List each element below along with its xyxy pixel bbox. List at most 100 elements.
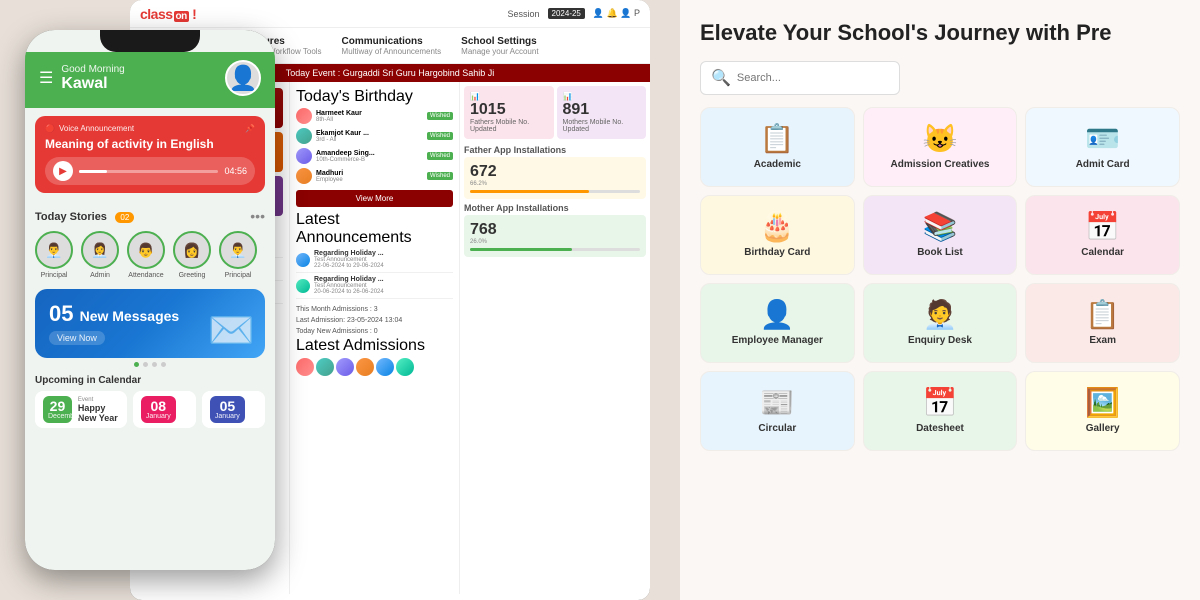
story-item[interactable]: 👨 Attendance xyxy=(127,231,165,279)
story-avatar: 👨 xyxy=(127,231,165,269)
phone-screen: ☰ Good Morning Kawal 👤 🔴 Voice Announcem… xyxy=(25,30,275,570)
voice-label: 🔴 Voice Announcement 📌 xyxy=(45,124,255,133)
feature-admit-card[interactable]: 🪪 Admit Card xyxy=(1025,107,1180,187)
cal-date-badge: 29 December xyxy=(43,396,72,423)
session-label: Session xyxy=(507,9,539,19)
story-item[interactable]: 👨‍💼 Principal xyxy=(219,231,257,279)
left-section: classon ! Session 2024-25 👤 🔔 👤 P Dashbo… xyxy=(0,0,680,600)
announcements-title: Latest Announcements xyxy=(296,211,453,247)
user-name: Kawal xyxy=(61,75,225,93)
birthday-item: Amandeep Sing... 10th-Commerce-B Wished xyxy=(296,146,453,166)
birthday-avatar xyxy=(296,148,312,164)
audio-player[interactable]: ▶ 04:56 xyxy=(45,157,255,185)
feature-book-list[interactable]: 📚 Book List xyxy=(863,195,1018,275)
search-input[interactable] xyxy=(737,72,889,84)
story-item[interactable]: 👩‍💼 Admin xyxy=(81,231,119,279)
book-list-icon: 📚 xyxy=(923,213,958,241)
right-section: Elevate Your School's Journey with Pre 🔍… xyxy=(680,0,1200,600)
datesheet-label: Datesheet xyxy=(916,423,964,434)
feature-circular[interactable]: 📰 Circular xyxy=(700,371,855,451)
birthday-avatar xyxy=(296,128,312,144)
birthday-card-icon: 🎂 xyxy=(760,213,795,241)
stat-mother-app: 📊 891 Mothers Mobile No. Updated xyxy=(557,86,647,139)
mother-install-percent: 26.0% xyxy=(470,239,640,245)
upcoming-title: Upcoming in Calendar xyxy=(35,375,265,386)
wished-badge: Wished xyxy=(427,112,453,120)
feature-employee-manager[interactable]: 👤 Employee Manager xyxy=(700,283,855,363)
nav-settings-label: School Settings xyxy=(461,36,538,47)
wished-badge: Wished xyxy=(427,152,453,160)
nav-settings[interactable]: School Settings Manage your Account xyxy=(461,36,538,56)
nav-comm-label: Communications xyxy=(342,36,442,47)
cal-day: 08 xyxy=(146,399,171,413)
voice-card: 🔴 Voice Announcement 📌 Meaning of activi… xyxy=(35,116,265,193)
father-app-label: Fathers Mobile No. Updated xyxy=(470,119,548,133)
feature-birthday-card[interactable]: 🎂 Birthday Card xyxy=(700,195,855,275)
latest-admissions-list xyxy=(296,358,453,376)
search-box[interactable]: 🔍 xyxy=(700,61,900,95)
good-morning-text: Good Morning xyxy=(61,64,225,75)
academic-icon: 📋 xyxy=(760,125,795,153)
hamburger-icon[interactable]: ☰ xyxy=(39,68,53,88)
greeting-section: Good Morning Kawal xyxy=(53,64,225,93)
announcement-item: Regarding Holiday ... Test Announcement … xyxy=(296,273,453,299)
phone-header: ☰ Good Morning Kawal 👤 xyxy=(25,52,275,108)
cal-day: 29 xyxy=(48,399,67,413)
cal-item[interactable]: 08 January xyxy=(133,391,196,428)
cal-date-badge: 08 January xyxy=(141,396,176,423)
more-icon[interactable]: ••• xyxy=(250,208,265,224)
messages-card[interactable]: 05 New Messages View Now ✉️ xyxy=(35,289,265,358)
story-item[interactable]: 👩 Greeting xyxy=(173,231,211,279)
view-now-button[interactable]: View Now xyxy=(49,331,105,345)
story-item[interactable]: 👨‍💼 Principal xyxy=(35,231,73,279)
birthday-item: Ekamjot Kaur ... 3rd - All Wished xyxy=(296,126,453,146)
stories-section: Today Stories 02 ••• 👨‍💼 Principal 👩‍💼 A… xyxy=(25,201,275,285)
dot xyxy=(143,362,148,367)
story-avatar: 👨‍💼 xyxy=(35,231,73,269)
dot xyxy=(161,362,166,367)
enquiry-desk-icon: 🧑‍💼 xyxy=(923,301,958,329)
cal-date-badge: 05 January xyxy=(210,396,245,423)
story-avatar: 👨‍💼 xyxy=(219,231,257,269)
announcement-item: Regarding Holiday ... Test Announcement … xyxy=(296,247,453,273)
stories-count-badge: 02 xyxy=(115,212,134,223)
feature-datesheet[interactable]: 📅 Datesheet xyxy=(863,371,1018,451)
admission-creatives-label: Admission Creatives xyxy=(891,159,990,170)
admit-card-icon: 🪪 xyxy=(1085,125,1120,153)
story-label: Attendance xyxy=(128,272,163,279)
search-icon: 🔍 xyxy=(711,68,731,88)
mother-app-label: Mothers Mobile No. Updated xyxy=(563,119,641,133)
cal-item[interactable]: 05 January xyxy=(202,391,265,428)
feature-academic[interactable]: 📋 Academic xyxy=(700,107,855,187)
story-label: Principal xyxy=(225,272,252,279)
right-header: Elevate Your School's Journey with Pre xyxy=(700,20,1180,46)
cal-month: January xyxy=(146,413,171,420)
feature-calendar[interactable]: 📅 Calendar xyxy=(1025,195,1180,275)
header-icons: 👤 🔔 👤 P xyxy=(593,8,640,19)
employee-manager-icon: 👤 xyxy=(760,301,795,329)
feature-enquiry-desk[interactable]: 🧑‍💼 Enquiry Desk xyxy=(863,283,1018,363)
header-right: Session 2024-25 👤 🔔 👤 P xyxy=(507,8,640,19)
circular-icon: 📰 xyxy=(760,389,795,417)
story-avatar: 👩 xyxy=(173,231,211,269)
story-avatar: 👩‍💼 xyxy=(81,231,119,269)
cal-event-name: Happy New Year xyxy=(78,403,119,423)
feature-admission-creatives[interactable]: 😺 Admission Creatives xyxy=(863,107,1018,187)
cal-item[interactable]: 29 December Event Happy New Year xyxy=(35,391,127,428)
cal-day: 05 xyxy=(215,399,240,413)
feature-exam[interactable]: 📋 Exam xyxy=(1025,283,1180,363)
wished-badge: Wished xyxy=(427,132,453,140)
enquiry-desk-label: Enquiry Desk xyxy=(908,335,972,346)
father-install-header: Father App Installations xyxy=(464,145,646,155)
features-grid: 📋 Academic 😺 Admission Creatives 🪪 Admit… xyxy=(700,107,1180,451)
latest-admissions-title: Latest Admissions xyxy=(296,337,453,355)
stat-father-app: 📊 1015 Fathers Mobile No. Updated xyxy=(464,86,554,139)
phone-frame: ☰ Good Morning Kawal 👤 🔴 Voice Announcem… xyxy=(25,30,275,570)
feature-gallery[interactable]: 🖼️ Gallery xyxy=(1025,371,1180,451)
last-admission: Last Admission: 23-05-2024 13:04 xyxy=(296,315,453,326)
story-label: Admin xyxy=(90,272,110,279)
gallery-icon: 🖼️ xyxy=(1085,389,1120,417)
nav-communications[interactable]: Communications Multiway of Announcements xyxy=(342,36,442,56)
view-more-button[interactable]: View More xyxy=(296,190,453,207)
play-button[interactable]: ▶ xyxy=(53,161,73,181)
